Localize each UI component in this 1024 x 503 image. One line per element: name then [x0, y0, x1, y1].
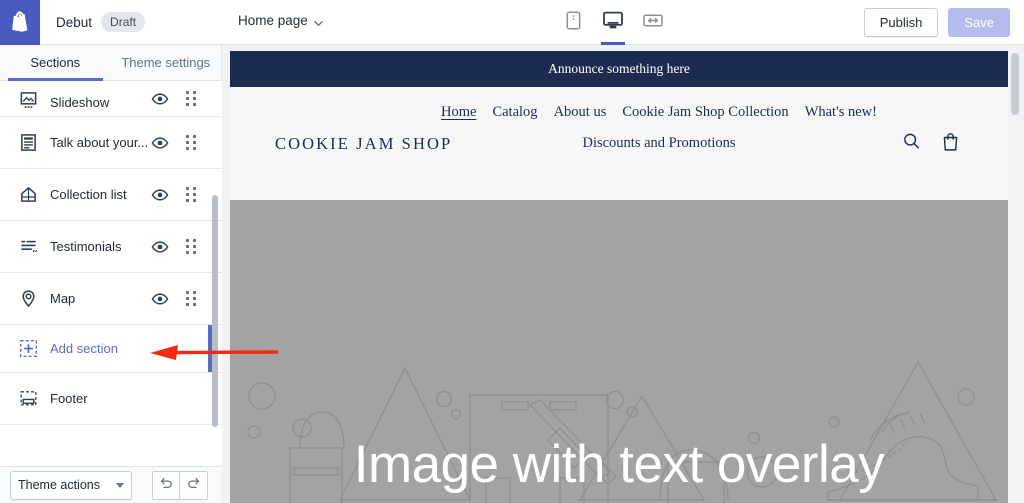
sidebar-footer: Theme actions [0, 466, 222, 503]
nav-link-home[interactable]: Home [441, 99, 476, 125]
topbar-actions: Publish Save [863, 8, 1010, 37]
add-section-label: Add section [50, 341, 118, 356]
sidebar-tabs: Sections Theme settings [0, 45, 221, 81]
nav-link-cookie-jam-shop-collection[interactable]: Cookie Jam Shop Collection [622, 99, 788, 125]
mobile-icon [566, 11, 581, 35]
eye-icon[interactable] [151, 186, 169, 204]
testimonials-icon [18, 237, 38, 257]
text-block-icon [18, 133, 38, 153]
sidebar-item-label: Slideshow [50, 95, 110, 110]
device-preview-toggle [560, 0, 666, 45]
storefront-nav: Home Catalog About us Cookie Jam Shop Co… [430, 99, 888, 156]
sidebar: Sections Theme settings Slideshow Talk a… [0, 45, 222, 503]
sidebar-item-map[interactable]: Map [0, 273, 222, 325]
eye-icon[interactable] [151, 90, 169, 108]
preview-scrollbar[interactable] [1011, 47, 1019, 497]
fullscreen-icon [643, 13, 663, 33]
chevron-down-icon [314, 16, 323, 26]
shopping-bag-icon[interactable] [941, 131, 960, 156]
sidebar-item-talk-about-your[interactable]: Talk about your... [0, 117, 222, 169]
theme-actions-button[interactable]: Theme actions [10, 470, 132, 500]
eye-icon[interactable] [151, 238, 169, 256]
undo-icon [159, 475, 174, 495]
shopify-bag-icon [10, 11, 30, 33]
slideshow-icon [18, 90, 38, 110]
mobile-view-button[interactable] [560, 0, 586, 45]
announcement-bar: Announce something here [230, 51, 1008, 87]
redo-button[interactable] [180, 470, 208, 500]
footer-icon [18, 389, 38, 409]
eye-icon[interactable] [151, 134, 169, 152]
preview-scrollbar-thumb[interactable] [1011, 53, 1019, 115]
sidebar-item-label: Testimonials [50, 239, 122, 254]
search-icon[interactable] [902, 131, 921, 156]
page-selector[interactable]: Home page [238, 13, 323, 28]
desktop-icon [603, 11, 623, 35]
undo-button[interactable] [152, 470, 180, 500]
sidebar-scrollbar[interactable] [212, 195, 218, 455]
collection-icon [18, 185, 38, 205]
redo-icon [186, 475, 201, 495]
sections-list: Slideshow Talk about your... Collection … [0, 81, 222, 466]
sidebar-item-label: Map [50, 291, 76, 306]
tab-sections[interactable]: Sections [0, 45, 111, 81]
theme-editor-app: Debut Draft Home page Publish Save Secti… [0, 0, 1024, 503]
sidebar-item-label: Collection list [50, 187, 127, 202]
desktop-view-button[interactable] [600, 0, 626, 45]
sidebar-item-label: Talk about your... [50, 135, 149, 150]
sidebar-item-footer[interactable]: Footer [0, 373, 222, 425]
drag-handle-icon[interactable] [184, 91, 198, 107]
storefront-preview[interactable]: Announce something here COOKIE JAM SHOP … [230, 51, 1008, 503]
store-name: COOKIE JAM SHOP [275, 133, 453, 153]
preview-pane: Announce something here COOKIE JAM SHOP … [222, 45, 1024, 503]
publish-button[interactable]: Publish [863, 8, 939, 37]
caret-down-icon [115, 482, 124, 488]
sidebar-item-testimonials[interactable]: Testimonials [0, 221, 222, 273]
hero-overlay-text: Image with text overlay [353, 435, 885, 494]
map-pin-icon [18, 289, 38, 309]
sidebar-scrollbar-thumb[interactable] [212, 195, 218, 427]
drag-handle-icon[interactable] [184, 135, 198, 151]
drag-handle-icon[interactable] [184, 239, 198, 255]
nav-link-about-us[interactable]: About us [554, 99, 607, 125]
add-section-button[interactable]: Add section [0, 325, 222, 373]
nav-link-catalog[interactable]: Catalog [492, 99, 537, 125]
page-selector-label: Home page [238, 13, 308, 28]
drag-handle-icon[interactable] [184, 291, 198, 307]
storefront-header: COOKIE JAM SHOP Home Catalog About us Co… [230, 87, 1008, 200]
tab-theme-settings[interactable]: Theme settings [111, 45, 222, 80]
status-badge: Draft [101, 12, 146, 32]
sidebar-item-label: Footer [50, 391, 88, 406]
history-controls [152, 470, 208, 500]
fullscreen-view-button[interactable] [640, 0, 666, 45]
nav-link-discounts-and-promotions[interactable]: Discounts and Promotions [582, 130, 735, 156]
drag-handle-icon[interactable] [184, 187, 198, 203]
shopify-logo-tile[interactable] [0, 0, 40, 45]
save-button[interactable]: Save [948, 8, 1010, 37]
theme-name: Debut [56, 14, 93, 30]
sidebar-item-collection-list[interactable]: Collection list [0, 169, 222, 221]
header-icons [902, 131, 960, 156]
top-bar: Debut Draft Home page Publish Save [0, 0, 1024, 45]
add-section-icon [18, 339, 38, 359]
nav-link-whats-new[interactable]: What's new! [805, 99, 877, 125]
eye-icon[interactable] [151, 290, 169, 308]
sidebar-item-slideshow[interactable]: Slideshow [0, 81, 222, 117]
hero-image-with-text-overlay[interactable]: Image with text overlay [230, 200, 1008, 503]
theme-actions-label: Theme actions [18, 478, 100, 492]
